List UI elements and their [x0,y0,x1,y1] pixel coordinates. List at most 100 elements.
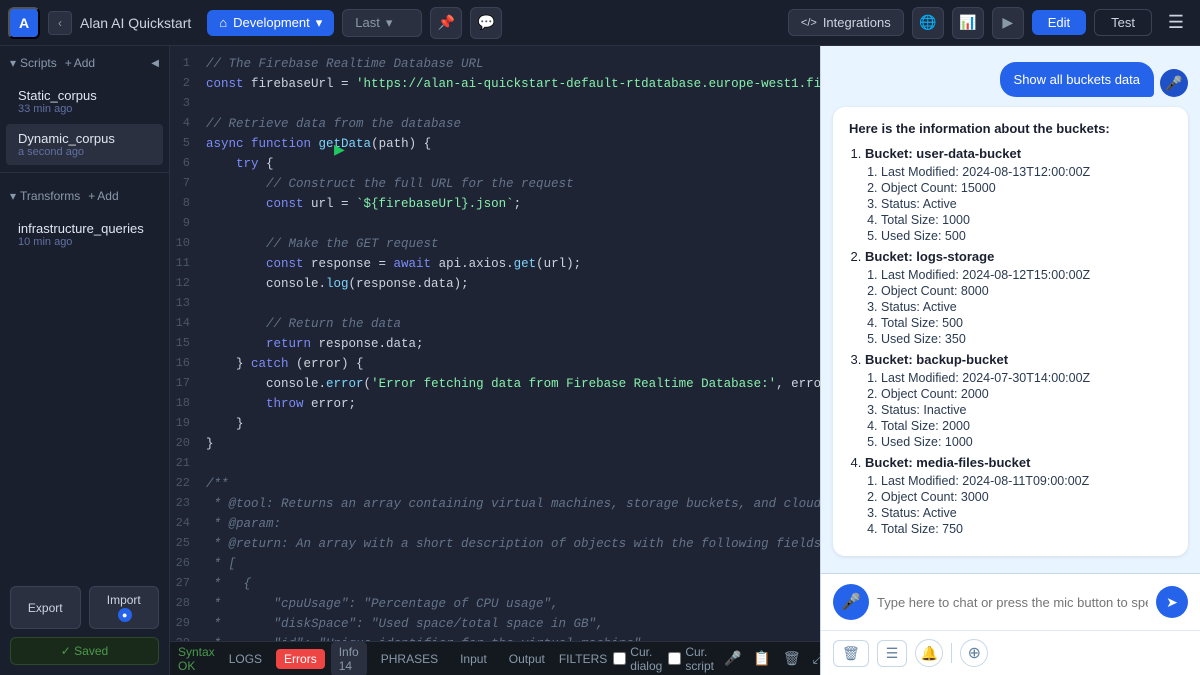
chat-add-button[interactable]: ⊕ [960,639,988,667]
top-navigation: A ‹ Alan AI Quickstart ⌂ Development ▾ L… [0,0,1200,46]
code-line: 28 * "cpuUsage": "Percentage of CPU usag… [170,594,820,614]
line-content: // Make the GET request [206,234,820,254]
chat-bell-button[interactable]: 🔔 [915,639,943,667]
branch-icon: ⌂ [219,15,227,30]
line-number: 16 [170,354,206,373]
add-label: Add [74,56,95,70]
code-line: 29 * "diskSpace": "Used space/total spac… [170,614,820,634]
expand-icon-bottom[interactable]: ⤢ [809,648,820,669]
line-content: const url = `${firebaseUrl}.json`; [206,194,820,214]
logs-tab[interactable]: LOGS [221,649,270,669]
chat-send-button[interactable]: ➤ [1156,586,1188,618]
line-content: // Construct the full URL for the reques… [206,174,820,194]
bottom-right-icons: 🎤 📋 🗑 ⤢ [720,648,820,669]
last-button[interactable]: Last ▾ [342,9,422,37]
copy-icon-bottom[interactable]: 📋 [749,648,774,669]
bucket-detail: Last Modified: 2024-08-12T15:00:00Z [881,268,1172,282]
last-label: Last [355,15,380,30]
edit-button[interactable]: Edit [1032,10,1086,35]
add-transform-button[interactable]: + Add [84,187,122,205]
globe-icon: 🌐 [919,14,936,31]
mic-icon-bottom[interactable]: 🎤 [720,648,745,669]
chevron-down-icon: ▾ [386,15,393,31]
script-name: Static_corpus [18,88,151,103]
errors-tab[interactable]: Errors [276,649,325,669]
menu-button[interactable]: ☰ [1160,7,1192,39]
bucket-details-1: Last Modified: 2024-08-13T12:00:00Z Obje… [865,165,1172,243]
sidebar-item-dynamic-corpus[interactable]: Dynamic_corpus a second ago [6,124,163,165]
import-label: Import [107,593,141,607]
code-line: 13 [170,294,820,314]
bucket-detail: Object Count: 15000 [881,181,1172,195]
logo-button[interactable]: A [8,7,40,39]
integrations-label: Integrations [823,15,891,30]
line-number: 7 [170,174,206,193]
script-time: 33 min ago [18,103,151,115]
send-icon: ➤ [1166,594,1178,611]
export-button[interactable]: Export [10,586,81,629]
cur-dialog-checkbox[interactable] [613,652,626,665]
line-number: 19 [170,414,206,433]
code-editor-area[interactable]: ▶ 1 // The Firebase Realtime Database UR… [170,46,820,675]
line-content: console.log(response.data); [206,274,820,294]
line-number: 2 [170,74,206,93]
collapse-sidebar-button[interactable]: ◀ [151,58,159,69]
chat-mic-button[interactable]: 🎤 [833,584,869,620]
chat-button[interactable]: 💬 [470,7,502,39]
line-content: const firebaseUrl = 'https://alan-ai-qui… [206,74,820,94]
code-line: 21 [170,454,820,474]
code-editor[interactable]: 1 // The Firebase Realtime Database URL … [170,46,820,641]
chart-icon: 📊 [959,14,976,31]
back-button[interactable]: ‹ [48,11,72,35]
info-tab[interactable]: Info 14 [331,642,367,675]
pin-button[interactable]: 📌 [430,7,462,39]
input-tab[interactable]: Input [452,649,495,669]
line-number: 25 [170,534,206,553]
code-line: 27 * { [170,574,820,594]
chart-button[interactable]: 📊 [952,7,984,39]
bucket-detail: Last Modified: 2024-08-13T12:00:00Z [881,165,1172,179]
bucket-name-1: Bucket: user-data-bucket [865,146,1021,161]
cur-dialog-filter[interactable]: Cur. dialog [613,645,662,673]
line-content: return response.data; [206,334,820,354]
line-content: * @return: An array with a short descrip… [206,534,820,554]
bucket-detail: Last Modified: 2024-07-30T14:00:00Z [881,371,1172,385]
chat-text-input[interactable] [877,595,1148,610]
line-content: // Retrieve data from the database [206,114,820,134]
globe-button[interactable]: 🌐 [912,7,944,39]
chat-trash-button[interactable]: 🗑 [833,640,869,667]
bucket-detail: Total Size: 2000 [881,419,1172,433]
test-button[interactable]: Test [1094,9,1152,36]
delete-icon-bottom[interactable]: 🗑 [779,648,805,669]
line-number: 14 [170,314,206,333]
chat-messages: Show all buckets data 🎤 Here is the info… [821,46,1200,573]
phrases-tab[interactable]: PHRASES [373,649,446,669]
output-tab[interactable]: Output [501,649,553,669]
line-content: * @param: [206,514,820,534]
run-indicator: ▶ [334,141,345,158]
line-number: 13 [170,294,206,313]
cur-script-label: Cur. script [685,645,714,673]
code-line: 25 * @return: An array with a short desc… [170,534,820,554]
sidebar-item-static-corpus[interactable]: Static_corpus 33 min ago [6,81,163,122]
line-number: 18 [170,394,206,413]
integrations-button[interactable]: </> Integrations [788,9,904,36]
mic-icon: 🎤 [841,592,861,612]
chat-list-button[interactable]: ☰ [877,640,908,667]
cur-script-checkbox[interactable] [668,652,681,665]
chat-response-bubble: Here is the information about the bucket… [833,107,1188,556]
import-badge: ● [118,608,132,622]
cur-script-filter[interactable]: Cur. script [668,645,714,673]
sidebar: ▾ Scripts + Add ◀ Static_corpus 33 min a… [0,46,170,675]
code-line: 8 const url = `${firebaseUrl}.json`; [170,194,820,214]
play-button[interactable]: ▶ [992,7,1024,39]
line-content: // Return the data [206,314,820,334]
bucket-detail: Status: Inactive [881,403,1172,417]
add-script-button[interactable]: + Add [61,54,99,72]
code-line: 9 [170,214,820,234]
sidebar-item-infrastructure-queries[interactable]: infrastructure_queries 10 min ago [6,214,163,255]
import-button[interactable]: Import ● [89,586,160,629]
line-number: 28 [170,594,206,613]
branch-selector[interactable]: ⌂ Development ▾ [207,10,334,36]
code-line: 18 throw error; [170,394,820,414]
